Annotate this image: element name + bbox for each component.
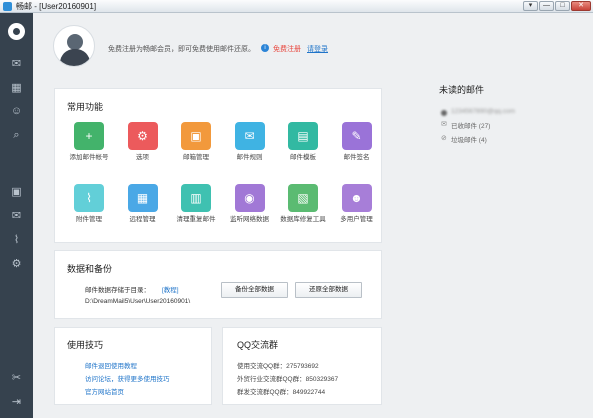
unread-account[interactable]: 1234567890@qq.com xyxy=(451,108,515,115)
login-link[interactable]: 请登录 xyxy=(307,44,328,54)
add-account-icon: + xyxy=(74,122,104,150)
unread-title: 未读的邮件 xyxy=(439,85,485,95)
home-content: 免费注册为畅邮会员，即可免费使用邮件还原。 i 免费注册 请登录 常用功能 + 添… xyxy=(33,13,593,418)
mailbox-icon: ▣ xyxy=(181,122,211,150)
close-button[interactable]: ✕ xyxy=(571,1,591,11)
user-icon xyxy=(8,22,25,40)
function-tile[interactable]: ✎ 邮件签名 xyxy=(332,122,382,162)
register-link[interactable]: 免费注册 xyxy=(273,44,301,54)
function-tile[interactable]: ☻ 多用户管理 xyxy=(332,184,382,224)
member-avatar xyxy=(53,25,95,67)
rail-exit-icon[interactable]: ⇥ xyxy=(0,391,33,411)
rail-account-icon[interactable]: ▣ xyxy=(0,181,33,201)
account-dot-icon xyxy=(441,110,447,116)
function-tile[interactable]: + 添加邮件帐号 xyxy=(64,122,114,162)
function-tile[interactable]: ⚙ 选项 xyxy=(118,122,168,162)
mail-rule-icon: ✉ xyxy=(234,122,265,150)
tips-title: 使用技巧 xyxy=(67,340,104,350)
monitor-icon: ◉ xyxy=(234,184,265,212)
tip-link-homepage[interactable]: 官方网站首页 xyxy=(85,386,124,396)
tutorial-link[interactable]: [教程] xyxy=(162,284,179,294)
rail-search-icon[interactable]: ⌕ xyxy=(0,125,33,145)
rail-user-avatar[interactable] xyxy=(0,21,33,41)
function-tile-label: 远程管理 xyxy=(129,216,156,223)
function-tile[interactable]: ▦ 远程管理 xyxy=(118,184,168,224)
minimize-button[interactable]: — xyxy=(539,1,554,11)
template-icon: ▤ xyxy=(288,122,318,150)
function-tile[interactable]: ◉ 监听网络数据 xyxy=(225,184,275,224)
function-tile-label: 附件管理 xyxy=(76,216,102,223)
tips-panel: 使用技巧 邮件退回使用教程 访问论坛，获得更多使用技巧 官方网站首页 xyxy=(54,327,212,405)
data-title: 数据和备份 xyxy=(67,264,113,274)
rail-attachment-icon[interactable]: ⌇ xyxy=(0,229,33,249)
qq-title: QQ交流群 xyxy=(237,340,279,350)
rail-mail-icon[interactable]: ✉ xyxy=(0,53,33,73)
maximize-button[interactable]: □ xyxy=(555,1,570,11)
backup-all-button[interactable]: 备份全部数据 xyxy=(221,282,288,298)
db-repair-icon: ▧ xyxy=(288,184,318,212)
function-tile-label: 清理重复邮件 xyxy=(176,216,216,223)
menu-button[interactable]: ▾ xyxy=(523,1,538,11)
intro-text: 免费注册为畅邮会员，即可免费使用邮件还原。 xyxy=(108,46,255,53)
function-tile-label: 邮件签名 xyxy=(343,154,370,161)
users-icon: ☻ xyxy=(341,184,372,212)
rail-contacts-icon[interactable]: ☺ xyxy=(0,101,33,121)
function-tile[interactable]: ▥ 清理重复邮件 xyxy=(171,184,221,224)
function-tile[interactable]: ✉ 邮件规则 xyxy=(225,122,275,162)
rail-tools-icon[interactable]: ✂ xyxy=(0,367,33,387)
rail-calendar-icon[interactable]: ▦ xyxy=(0,77,33,97)
rail-inbox-icon[interactable]: ✉ xyxy=(0,205,33,225)
storage-label: 邮件数据存储于目录： xyxy=(85,287,150,294)
tip-link-forum[interactable]: 访问论坛，获得更多使用技巧 xyxy=(85,373,170,383)
function-tile[interactable]: ⌇ 附件管理 xyxy=(64,184,114,224)
info-icon: i xyxy=(261,44,269,52)
function-tile[interactable]: ▧ 数据库修复工具 xyxy=(278,184,328,224)
left-rail: ✉ ▦ ☺ ⌕ ▣ ✉ ⌇ ⚙ ✂ ⇥ xyxy=(0,13,33,418)
spam-icon: ⊘ xyxy=(441,135,447,142)
tip-link-tutorial[interactable]: 邮件退回使用教程 xyxy=(85,360,137,370)
function-tile-label: 邮件模板 xyxy=(290,154,316,161)
window-controls: ▾ — □ ✕ xyxy=(523,1,591,11)
window-title: 畅邮 - [User20160901] xyxy=(16,1,97,11)
inbox-icon: ✉ xyxy=(441,121,447,128)
qq-group-line: 使用交流QQ群：275793692 xyxy=(237,363,319,370)
qq-group-line: 外贸行业交流群QQ群：850329367 xyxy=(237,376,339,383)
clean-icon: ▥ xyxy=(181,184,211,212)
function-tile-label: 监听网络数据 xyxy=(230,216,269,223)
functions-title: 常用功能 xyxy=(67,102,104,112)
qq-group-panel: QQ交流群 使用交流QQ群：275793692 外贸行业交流群QQ群：85032… xyxy=(222,327,382,405)
unread-inbox-link[interactable]: 已收邮件 (27) xyxy=(451,120,490,130)
function-tile-label: 邮箱管理 xyxy=(183,154,209,161)
data-backup-panel: 数据和备份 邮件数据存储于目录： [教程] D:\DreamMail5\User… xyxy=(54,250,382,319)
gear-icon: ⚙ xyxy=(127,122,158,150)
storage-path: D:\DreamMail5\User\User20160901\ xyxy=(85,298,191,305)
function-tile-label: 添加邮件帐号 xyxy=(69,154,109,161)
function-tile-label: 数据库修复工具 xyxy=(280,216,326,223)
function-tile[interactable]: ▣ 邮箱管理 xyxy=(171,122,221,162)
function-tile-label: 多用户管理 xyxy=(340,216,373,223)
function-tile-label: 选项 xyxy=(136,154,149,161)
title-bar: 畅邮 - [User20160901] ▾ — □ ✕ xyxy=(0,0,593,13)
signature-icon: ✎ xyxy=(341,122,372,150)
function-tile[interactable]: ▤ 邮件模板 xyxy=(278,122,328,162)
attachment-icon: ⌇ xyxy=(74,184,104,212)
remote-icon: ▦ xyxy=(127,184,158,212)
app-logo-icon xyxy=(3,1,12,11)
rail-settings-icon[interactable]: ⚙ xyxy=(0,253,33,273)
unread-spam-link[interactable]: 垃圾邮件 (4) xyxy=(451,134,487,144)
function-tile-label: 邮件规则 xyxy=(236,154,263,161)
restore-all-button[interactable]: 还原全部数据 xyxy=(295,282,362,298)
functions-panel: 常用功能 + 添加邮件帐号 ⚙ 选项 ▣ 邮箱管理 ✉ 邮件规则 ▤ 邮件模板 ✎ 邮件签名 ⌇ 附件管理… xyxy=(54,88,382,243)
qq-group-line: 群发交流群QQ群：849922744 xyxy=(237,389,326,396)
